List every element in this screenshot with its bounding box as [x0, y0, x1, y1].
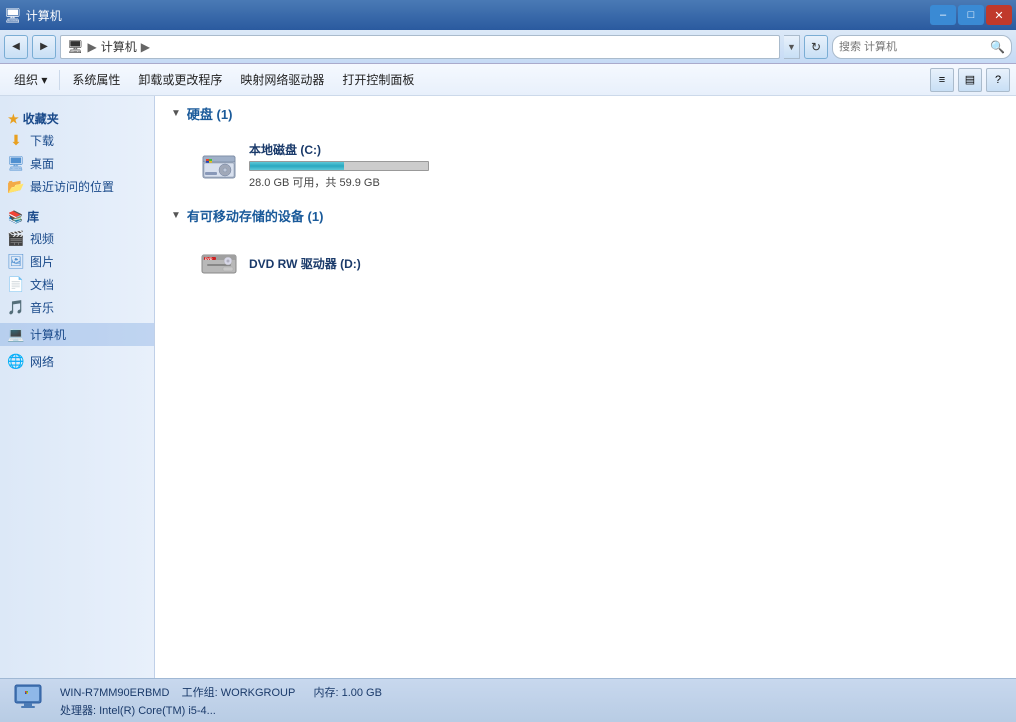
minimize-button[interactable]: –	[930, 5, 956, 25]
sidebar-item-documents[interactable]: 📄 文档	[0, 273, 154, 296]
download-icon: ⬇	[8, 133, 24, 149]
hard-disk-section-header: ▼ 硬盘 (1)	[171, 104, 1000, 123]
computer-label: 计算机	[30, 326, 66, 343]
library-icon: 📚	[8, 210, 23, 224]
title-bar-buttons: – □ ✕	[930, 5, 1012, 25]
control-panel-button[interactable]: 打开控制面板	[334, 68, 422, 92]
breadcrumb-bar[interactable]: 🖥 ▶ 计算机 ▶	[60, 35, 780, 59]
desktop-label: 桌面	[30, 155, 54, 172]
network-icon: 🌐	[8, 354, 24, 370]
recent-icon: 📂	[8, 179, 24, 195]
properties-button[interactable]: 系统属性	[64, 68, 128, 92]
toolbar-separator-1	[59, 70, 60, 90]
title-bar-left: 🖥 计算机	[4, 7, 62, 24]
sidebar-favorites-header: ★ 收藏夹	[0, 104, 154, 129]
svg-text:DVD: DVD	[205, 257, 213, 261]
music-icon: 🎵	[8, 300, 24, 316]
close-button[interactable]: ✕	[986, 5, 1012, 25]
drive-item-d[interactable]: DVD DVD RW 驱动器 (D:)	[191, 237, 1000, 289]
sidebar-library-header: 📚 库	[0, 202, 154, 227]
download-label: 下载	[30, 132, 54, 149]
computer-name: WIN-R7MM90ERBMD	[60, 687, 169, 699]
documents-icon: 📄	[8, 277, 24, 293]
status-bar: WIN-R7MM90ERBMD 工作组: WORKGROUP 内存: 1.00 …	[0, 678, 1016, 722]
pane-button[interactable]: ▤	[958, 68, 982, 92]
recent-label: 最近访问的位置	[30, 178, 114, 195]
removable-collapse-icon[interactable]: ▼	[171, 210, 181, 221]
help-button[interactable]: ?	[986, 68, 1010, 92]
breadcrumb-icon: 🖥	[67, 39, 84, 55]
sidebar-network-section: 🌐 网络	[0, 350, 154, 373]
content-panel: ▼ 硬盘 (1)	[155, 96, 1016, 678]
sidebar-computer-section: 💻 计算机	[0, 323, 154, 346]
video-label: 视频	[30, 230, 54, 247]
removable-section-label: 有可移动存储的设备 (1)	[187, 206, 324, 225]
address-bar: ◀ ▶ 🖥 ▶ 计算机 ▶ ▼ ↻ 🔍	[0, 30, 1016, 64]
refresh-button[interactable]: ↻	[804, 35, 828, 59]
drive-d-info: DVD RW 驱动器 (D:)	[249, 255, 361, 272]
drive-c-progress-fill	[250, 162, 344, 170]
window-icon: 🖥	[4, 7, 22, 24]
drive-c-name: 本地磁盘 (C:)	[249, 141, 429, 158]
hard-disk-collapse-icon[interactable]: ▼	[171, 108, 181, 119]
address-dropdown[interactable]: ▼	[784, 35, 800, 59]
dvd-icon: DVD	[199, 243, 239, 283]
uninstall-button[interactable]: 卸载或更改程序	[130, 68, 230, 92]
sidebar-favorites-section: ★ 收藏夹 ⬇ 下载 🖥 桌面 📂 最近访问的位置	[0, 104, 154, 198]
sidebar-library-section: 📚 库 🎬 视频 🖼 图片 📄 文档 🎵 音乐	[0, 202, 154, 319]
drive-d-name: DVD RW 驱动器 (D:)	[249, 255, 361, 272]
music-label: 音乐	[30, 299, 54, 316]
window-title: 计算机	[26, 7, 62, 24]
status-computer-icon	[12, 681, 48, 720]
breadcrumb-end-arrow: ▶	[141, 40, 150, 54]
sidebar-item-music[interactable]: 🎵 音乐	[0, 296, 154, 319]
sidebar-item-network[interactable]: 🌐 网络	[0, 350, 154, 373]
search-bar: 🔍	[832, 35, 1012, 59]
sidebar-item-video[interactable]: 🎬 视频	[0, 227, 154, 250]
documents-label: 文档	[30, 276, 54, 293]
hdd-icon	[199, 146, 239, 186]
sidebar-item-desktop[interactable]: 🖥 桌面	[0, 152, 154, 175]
drive-item-c[interactable]: 本地磁盘 (C:) 28.0 GB 可用，共 59.9 GB	[191, 135, 1000, 196]
breadcrumb-separator: ▶	[88, 40, 97, 54]
status-line-2: 处理器: Intel(R) Core(TM) i5-4...	[60, 702, 382, 718]
computer-icon: 💻	[8, 327, 24, 343]
memory-label: 内存: 1.00 GB	[313, 687, 381, 699]
breadcrumb-text: 计算机	[101, 38, 137, 55]
drive-c-size: 28.0 GB 可用，共 59.9 GB	[249, 174, 429, 190]
maximize-button[interactable]: □	[958, 5, 984, 25]
desktop-icon: 🖥	[8, 156, 24, 172]
back-button[interactable]: ◀	[4, 35, 28, 59]
network-label: 网络	[30, 353, 54, 370]
map-drive-button[interactable]: 映射网络驱动器	[232, 68, 332, 92]
toolbar-right: ≡ ▤ ?	[930, 68, 1010, 92]
drive-c-progress-bar	[249, 161, 429, 171]
organize-button[interactable]: 组织 ▾	[6, 68, 55, 92]
library-label: 库	[27, 208, 39, 225]
status-info: WIN-R7MM90ERBMD 工作组: WORKGROUP 内存: 1.00 …	[60, 684, 382, 718]
removable-section-header: ▼ 有可移动存储的设备 (1)	[171, 206, 1000, 225]
search-button[interactable]: 🔍	[990, 40, 1005, 54]
forward-button[interactable]: ▶	[32, 35, 56, 59]
sidebar-item-recent[interactable]: 📂 最近访问的位置	[0, 175, 154, 198]
view-toggle-button[interactable]: ≡	[930, 68, 954, 92]
hard-disk-section-label: 硬盘 (1)	[187, 104, 233, 123]
title-bar: 🖥 计算机 – □ ✕	[0, 0, 1016, 30]
pictures-label: 图片	[30, 253, 54, 270]
sidebar-item-computer[interactable]: 💻 计算机	[0, 323, 154, 346]
toolbar: 组织 ▾ 系统属性 卸载或更改程序 映射网络驱动器 打开控制面板 ≡ ▤ ?	[0, 64, 1016, 96]
search-input[interactable]	[839, 41, 986, 53]
status-line-1: WIN-R7MM90ERBMD 工作组: WORKGROUP 内存: 1.00 …	[60, 684, 382, 700]
sidebar-item-download[interactable]: ⬇ 下载	[0, 129, 154, 152]
star-icon: ★	[8, 112, 19, 126]
drive-c-info: 本地磁盘 (C:) 28.0 GB 可用，共 59.9 GB	[249, 141, 429, 190]
pictures-icon: 🖼	[8, 254, 24, 270]
sidebar: ★ 收藏夹 ⬇ 下载 🖥 桌面 📂 最近访问的位置 📚 库 �	[0, 96, 155, 678]
workgroup-label: 工作组: WORKGROUP	[182, 687, 295, 699]
sidebar-item-pictures[interactable]: 🖼 图片	[0, 250, 154, 273]
video-icon: 🎬	[8, 231, 24, 247]
main-area: ★ 收藏夹 ⬇ 下载 🖥 桌面 📂 最近访问的位置 📚 库 �	[0, 96, 1016, 678]
processor-label: 处理器: Intel(R) Core(TM) i5-4...	[60, 705, 216, 717]
favorites-label: 收藏夹	[23, 110, 59, 127]
